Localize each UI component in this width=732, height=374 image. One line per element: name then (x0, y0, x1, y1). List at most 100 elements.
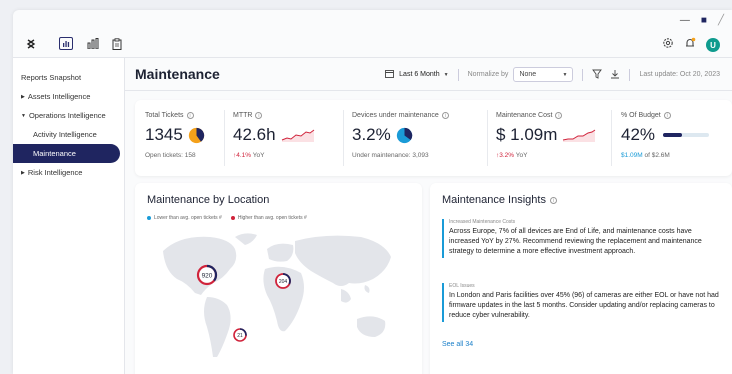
page-header: Maintenance Last 6 Month ▼ Normalize by … (125, 58, 732, 91)
divider (582, 68, 584, 81)
location-marker[interactable]: 21 (233, 328, 247, 342)
sidebar-item-reports-snapshot[interactable]: Reports Snapshot (13, 68, 124, 87)
main-content: Maintenance Last 6 Month ▼ Normalize by … (125, 58, 732, 374)
info-icon[interactable]: i (555, 112, 563, 119)
sidebar-item-label: Reports Snapshot (21, 73, 82, 82)
sparkline-chart (563, 129, 596, 142)
kpi-summary-card: Total Tickets i 1345 Open tickets: 158 MT… (135, 100, 732, 176)
filter-icon[interactable] (592, 69, 603, 81)
info-icon[interactable]: i (663, 112, 671, 119)
bar-chart-icon[interactable] (87, 38, 99, 50)
topbar-actions: U (662, 36, 720, 54)
budget-progress-bar (663, 133, 710, 137)
caret-right-icon: ▶ (21, 169, 25, 176)
divider (629, 68, 631, 81)
kpi-mttr: MTTR i 42.6h ↑4.1% YoY (233, 112, 315, 159)
title-bar: — ■ ╱ (13, 10, 732, 30)
close-button[interactable]: ╱ (718, 15, 724, 26)
normalize-value: None (519, 71, 537, 78)
world-map: 920 204 21 (163, 233, 391, 357)
kpi-label: Devices under maintenance (352, 112, 439, 119)
kpi-total-tickets: Total Tickets i 1345 Open tickets: 158 (145, 112, 205, 159)
map-landmass (163, 233, 391, 357)
marker-label: 204 (279, 279, 288, 285)
card-title: Maintenance Insights (442, 194, 546, 206)
info-icon[interactable]: i (186, 112, 194, 119)
caret-down-icon: ▼ (21, 112, 26, 119)
normalize-select[interactable]: None ▼ (513, 67, 574, 82)
clipboard-icon[interactable] (111, 37, 123, 50)
maintenance-insights-card: Maintenance Insights i Increased Maintena… (430, 183, 732, 374)
blue-dot-icon (147, 215, 151, 220)
info-icon[interactable]: i (549, 196, 557, 204)
legend-lower-label: Lower than avg. open tickets # (154, 215, 222, 221)
kpi-value: 3.2% (352, 125, 391, 144)
sidebar-item-label: Activity Intelligence (33, 130, 97, 139)
sidebar-nav: Reports Snapshot ▶ Assets Intelligence ▼ O… (13, 58, 125, 374)
insight-tag: Increased Maintenance Costs (449, 219, 516, 225)
sidebar-item-assets-intelligence[interactable]: ▶ Assets Intelligence (13, 87, 124, 106)
kpi-change-suffix: YoY (515, 152, 528, 159)
maintenance-by-location-card: Maintenance by Location Lower than avg. … (135, 183, 422, 374)
divider (487, 110, 488, 166)
calendar-icon[interactable] (385, 69, 395, 80)
marker-label: 21 (237, 333, 243, 339)
insight-tag: EOL Issues (449, 283, 475, 289)
pie-chart-icon (396, 127, 412, 143)
sparkline-chart (281, 129, 314, 142)
info-icon[interactable]: i (441, 112, 449, 119)
notification-bell-icon[interactable] (684, 36, 696, 54)
divider (224, 110, 225, 166)
kpi-subtext: Under maintenance: 3,093 (352, 152, 429, 159)
kpi-percent-of-budget: % Of Budget i 42% $1.09M of $2.6M (621, 112, 710, 159)
minimize-button[interactable]: — (680, 15, 690, 26)
sidebar-item-risk-intelligence[interactable]: ▶ Risk Intelligence (13, 163, 124, 182)
budget-total-prefix: of (644, 152, 650, 159)
divider (457, 68, 459, 81)
normalize-label: Normalize by (467, 71, 509, 78)
date-range-dropdown[interactable]: Last 6 Month (399, 71, 439, 78)
sidebar-item-maintenance[interactable]: Maintenance (13, 144, 120, 163)
user-avatar[interactable]: U (706, 38, 720, 52)
location-marker[interactable]: 920 (196, 264, 218, 286)
sidebar-item-label: Maintenance (33, 149, 76, 158)
divider (611, 110, 612, 166)
kpi-label: Maintenance Cost (496, 112, 553, 119)
app-window: — ■ ╱ U Reports Snapshot ▶ Assets Intell… (13, 10, 732, 374)
insight-text: Across Europe, 7% of all devices are End… (449, 228, 702, 256)
chevron-down-icon[interactable]: ▼ (444, 72, 449, 78)
page-title: Maintenance (135, 66, 220, 82)
sidebar-item-label: Assets Intelligence (27, 92, 91, 101)
location-marker[interactable]: 204 (275, 273, 291, 289)
settings-icon[interactable] (662, 36, 674, 54)
kpi-change: 3.2% (499, 152, 515, 159)
budget-total: $2.6M (651, 152, 670, 159)
pie-chart-icon (188, 127, 204, 143)
logo-icon[interactable] (25, 38, 37, 50)
maximize-button[interactable]: ■ (701, 15, 707, 26)
card-title: Maintenance by Location (147, 194, 270, 206)
legend-higher-label: Higher than avg. open tickets # (237, 215, 307, 221)
download-icon[interactable] (610, 69, 620, 81)
last-update-text: Last update: Oct 20, 2023 (639, 71, 720, 78)
map-legend: Lower than avg. open tickets # Higher th… (147, 215, 422, 221)
budget-progress-fill (663, 133, 683, 137)
kpi-value: $ 1.09m (496, 125, 558, 144)
marker-label: 920 (202, 273, 213, 280)
sidebar-item-activity-intelligence[interactable]: Activity Intelligence (13, 125, 124, 144)
sidebar-item-operations-intelligence[interactable]: ▼ Operations Intelligence (13, 106, 124, 125)
legend-lower: Lower than avg. open tickets # (147, 215, 222, 221)
top-toolbar: U (13, 30, 732, 58)
kpi-value: 1345 (145, 125, 183, 144)
kpi-label: MTTR (233, 112, 253, 119)
kpi-value: 42% (621, 125, 656, 144)
red-dot-icon (230, 215, 235, 220)
sidebar-item-label: Risk Intelligence (27, 168, 83, 177)
see-all-link[interactable]: See all 34 (442, 341, 473, 348)
dashboard-icon[interactable] (59, 37, 73, 50)
kpi-label: % Of Budget (621, 112, 661, 119)
info-icon[interactable]: i (255, 112, 263, 119)
kpi-subtext: Open tickets: 158 (145, 152, 196, 159)
kpi-change: 4.1% (236, 152, 252, 159)
caret-right-icon: ▶ (21, 93, 25, 100)
